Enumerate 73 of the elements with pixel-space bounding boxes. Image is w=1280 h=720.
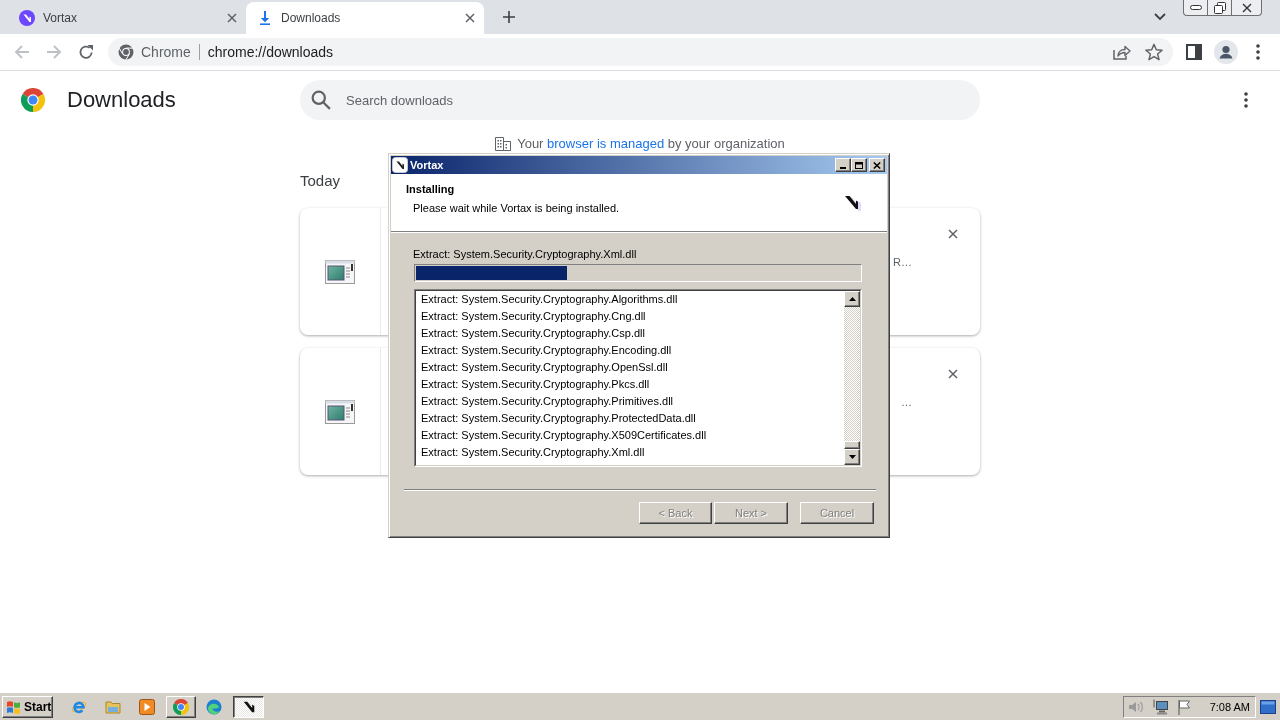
log-line: Extract: System.Security.Cryptography.Pkcs.dll bbox=[421, 377, 650, 392]
minimize-icon bbox=[1189, 5, 1202, 10]
reload-icon[interactable] bbox=[78, 44, 94, 60]
play-icon[interactable] bbox=[139, 698, 155, 715]
clock-text: 7:08 AM bbox=[1209, 700, 1250, 713]
menu-icon[interactable] bbox=[1256, 44, 1260, 60]
arrow-logo-icon bbox=[844, 194, 862, 211]
page-heading: Installing bbox=[406, 183, 455, 196]
minimize-button[interactable] bbox=[1183, 0, 1208, 16]
maximize-icon bbox=[855, 161, 863, 169]
swirl-logo-icon[interactable] bbox=[206, 698, 222, 715]
close-button[interactable] bbox=[1232, 0, 1262, 16]
file-icon bbox=[325, 399, 355, 424]
file-icon bbox=[325, 259, 355, 284]
scrollbar-thumb[interactable] bbox=[844, 441, 860, 449]
scroll-up-button[interactable] bbox=[844, 291, 860, 307]
close-icon[interactable] bbox=[948, 229, 958, 239]
managed-link[interactable]: browser is managed bbox=[547, 136, 665, 151]
section-label: Today bbox=[300, 171, 341, 191]
log-line: Extract: System.Security.Cryptography.Primitives.dll bbox=[421, 394, 674, 409]
log-line: Extract: System.Security.Cryptography.Csp.dll bbox=[421, 326, 645, 341]
flag-icon[interactable] bbox=[1176, 698, 1192, 715]
browser-tab[interactable]: Downloads bbox=[246, 2, 484, 34]
menu-icon[interactable] bbox=[1244, 92, 1248, 108]
managed-notice: Your browser is managed by your organization bbox=[517, 136, 785, 151]
side-panel-icon[interactable] bbox=[1186, 44, 1202, 60]
log-line: Extract: System.Security.Cryptography.Xml.dll bbox=[421, 445, 645, 460]
close-icon[interactable] bbox=[465, 13, 475, 23]
close-icon[interactable] bbox=[227, 13, 237, 23]
log-line: Extract: System.Security.Cryptography.X509Certificates.dll bbox=[421, 428, 707, 443]
monitor-icon[interactable] bbox=[1152, 698, 1168, 715]
arrow-logo-icon bbox=[242, 700, 255, 713]
down-arrow-icon bbox=[848, 455, 856, 459]
restore-button[interactable] bbox=[1208, 0, 1232, 16]
download-icon bbox=[257, 10, 273, 26]
plus-icon[interactable] bbox=[503, 11, 515, 23]
restore-icon bbox=[1213, 1, 1226, 14]
download-details-text: … bbox=[901, 396, 912, 408]
browser-tab[interactable]: Vortax bbox=[8, 2, 246, 34]
up-arrow-icon bbox=[848, 297, 856, 301]
status-text: Extract: System.Security.Cryptography.Xml.dll bbox=[413, 248, 637, 261]
building-icon bbox=[495, 136, 512, 151]
chrome-logo-icon bbox=[173, 698, 189, 715]
download-details-text: R… bbox=[893, 256, 912, 268]
screen-icon[interactable] bbox=[1260, 699, 1276, 714]
maximize-button[interactable] bbox=[851, 158, 867, 172]
url-text: chrome://downloads bbox=[207, 44, 334, 60]
log-line: Extract: System.Security.Cryptography.Algorithms.dll bbox=[421, 292, 678, 307]
app-logo-icon bbox=[19, 10, 35, 26]
star-icon[interactable] bbox=[1145, 43, 1163, 61]
chrome-logo-icon bbox=[21, 88, 45, 112]
address-bar[interactable]: Chrome chrome://downloads bbox=[108, 38, 1173, 66]
log-line: Extract: System.Security.Cryptography.ProtectedData.dll bbox=[421, 411, 696, 426]
scroll-down-button[interactable] bbox=[844, 449, 860, 465]
log-line: Extract: System.Security.Cryptography.Encoding.dll bbox=[421, 343, 672, 358]
log-line: Extract: System.Security.Cryptography.OpenSsl.dll bbox=[421, 360, 668, 375]
start-button[interactable]: Start bbox=[2, 695, 53, 718]
search-field[interactable]: Search downloads bbox=[300, 80, 980, 120]
window-title: Vortax bbox=[410, 159, 445, 171]
search-icon bbox=[311, 90, 331, 110]
page-title: Downloads bbox=[67, 87, 176, 113]
share-icon[interactable] bbox=[1113, 44, 1131, 60]
taskbar-window-button[interactable] bbox=[233, 695, 264, 718]
close-icon[interactable] bbox=[948, 369, 958, 379]
profile-avatar-icon[interactable] bbox=[1214, 40, 1238, 64]
chevron-down-icon[interactable] bbox=[1154, 13, 1166, 21]
close-icon bbox=[1240, 2, 1253, 13]
site-info-button[interactable]: Chrome bbox=[118, 44, 191, 60]
close-icon bbox=[873, 161, 881, 169]
flag-logo-icon bbox=[6, 699, 22, 714]
page-subheading: Please wait while Vortax is being installed. bbox=[413, 202, 620, 215]
log-line: Extract: System.Security.Cryptography.Cng.dll bbox=[421, 309, 646, 324]
chrome-logo-icon bbox=[118, 44, 134, 60]
